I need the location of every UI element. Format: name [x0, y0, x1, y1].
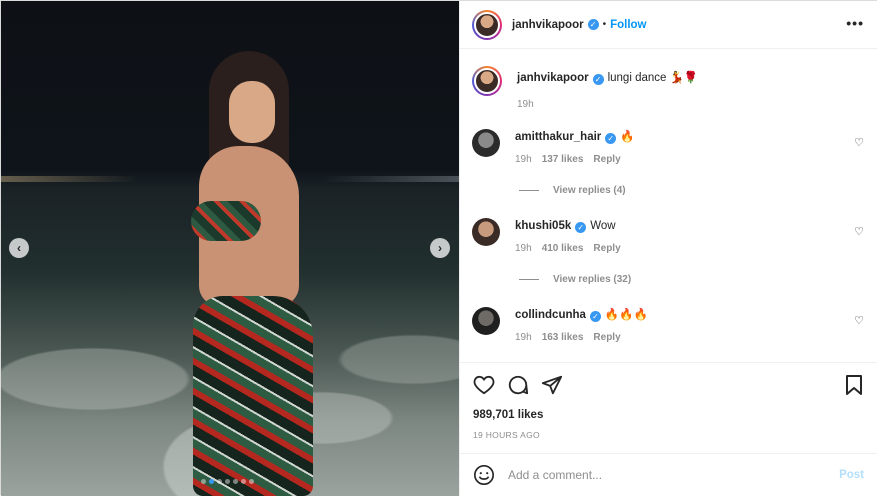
comment-text: 🔥🔥🔥	[604, 309, 648, 321]
post-dialog: ‹ › janhvikapoor ✓ • Follow ••• janhvika…	[0, 0, 877, 496]
carousel-dot	[241, 479, 246, 484]
carousel-dot	[233, 479, 238, 484]
reply-button[interactable]: Reply	[593, 332, 620, 343]
comments-section[interactable]: janhvikapoor ✓ lungi dance 💃🌹 19h amitthak…	[460, 50, 877, 362]
post-actions: 989,701 likes 19 HOURS AGO	[460, 362, 877, 462]
post-sidebar: janhvikapoor ✓ • Follow ••• janhvikapoor…	[459, 1, 877, 496]
verified-badge-icon: ✓	[587, 19, 599, 30]
caption-username[interactable]: janhvikapoor	[517, 72, 589, 84]
carousel-dot-active	[209, 479, 214, 484]
comment-likes[interactable]: 410 likes	[542, 243, 584, 254]
header-separator: •	[602, 19, 607, 30]
comment-time[interactable]: 19h	[515, 243, 532, 254]
author-username[interactable]: janhvikapoor	[512, 19, 584, 31]
post-timestamp: 19 HOURS AGO	[473, 430, 540, 440]
comment-username[interactable]: khushi05k	[515, 220, 571, 232]
caption: janhvikapoor ✓ lungi dance 💃🌹 19h	[472, 66, 698, 110]
view-replies[interactable]: View replies (4)	[519, 185, 626, 196]
carousel-dot	[225, 479, 230, 484]
comment-time[interactable]: 19h	[515, 154, 532, 165]
comment-like-icon[interactable]: ♡	[854, 314, 864, 327]
more-options-icon[interactable]: •••	[846, 15, 864, 31]
next-arrow-icon[interactable]: ›	[430, 238, 450, 258]
comment-item: amitthakur_hair ✓ 🔥 19h 137 likes Reply	[472, 129, 635, 165]
comment-time[interactable]: 19h	[515, 332, 532, 343]
view-replies-label[interactable]: View replies (4)	[553, 185, 626, 196]
comment-username[interactable]: collindcunha	[515, 309, 586, 321]
reply-button[interactable]: Reply	[593, 154, 620, 165]
post-comment-button[interactable]: Post	[839, 469, 864, 481]
view-replies[interactable]: View replies (32)	[519, 274, 631, 285]
reply-button[interactable]: Reply	[593, 243, 620, 254]
comment-username[interactable]: amitthakur_hair	[515, 131, 601, 143]
post-media[interactable]: ‹ ›	[1, 1, 459, 496]
share-icon[interactable]	[540, 373, 564, 397]
add-comment-bar: Post	[460, 453, 877, 496]
verified-badge-icon: ✓	[605, 133, 617, 144]
carousel-dot	[249, 479, 254, 484]
comment-avatar[interactable]	[472, 129, 500, 157]
comment-input[interactable]	[508, 468, 818, 482]
carousel-dot	[217, 479, 222, 484]
comment-likes[interactable]: 137 likes	[542, 154, 584, 165]
comment-likes[interactable]: 163 likes	[542, 332, 584, 343]
carousel-dot	[201, 479, 206, 484]
like-count[interactable]: 989,701 likes	[473, 409, 543, 421]
verified-badge-icon: ✓	[592, 74, 604, 85]
bookmark-icon[interactable]	[842, 373, 866, 397]
verified-badge-icon: ✓	[589, 311, 601, 322]
comment-icon[interactable]	[506, 373, 530, 397]
heart-icon[interactable]	[472, 373, 496, 397]
caption-text: lungi dance 💃🌹	[607, 72, 699, 84]
comment-item: khushi05k ✓ Wow 19h 410 likes Reply	[472, 218, 621, 254]
comment-like-icon[interactable]: ♡	[854, 225, 864, 238]
comment-avatar[interactable]	[472, 307, 500, 335]
previous-arrow-icon[interactable]: ‹	[9, 238, 29, 258]
view-replies-label[interactable]: View replies (32)	[553, 274, 631, 285]
comment-text: Wow	[590, 220, 616, 232]
author-avatar[interactable]	[472, 9, 502, 40]
comment-item: collindcunha ✓ 🔥🔥🔥 19h 163 likes Reply	[472, 307, 648, 343]
comment-avatar[interactable]	[472, 218, 500, 246]
comment-text: 🔥	[620, 131, 635, 143]
follow-button[interactable]: Follow	[610, 19, 646, 31]
caption-time[interactable]: 19h	[517, 99, 534, 110]
photo-subject	[171, 51, 321, 496]
post-header: janhvikapoor ✓ • Follow •••	[460, 1, 877, 49]
comment-like-icon[interactable]: ♡	[854, 136, 864, 149]
caption-avatar[interactable]	[472, 66, 502, 96]
emoji-icon[interactable]	[472, 463, 496, 487]
verified-badge-icon: ✓	[575, 222, 587, 233]
carousel-dots	[201, 479, 254, 484]
